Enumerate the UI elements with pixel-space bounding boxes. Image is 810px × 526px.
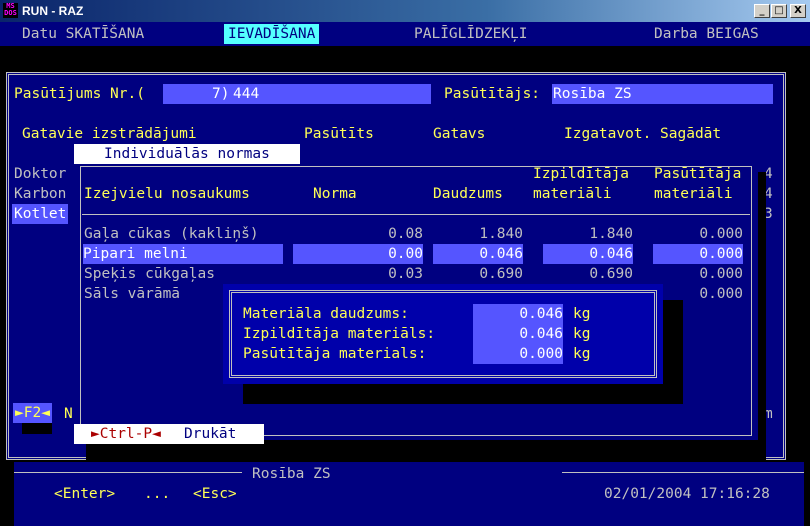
norms-header-divider: [82, 214, 750, 215]
f2-key[interactable]: ►F2◄: [13, 403, 52, 423]
norms-col-norm: Norma: [313, 186, 357, 202]
popup-value-executor[interactable]: 0.046: [473, 324, 563, 344]
dos-window: MS DOS RUN - RAZ _ □ X Datu SKATĪŠANA IEV…: [0, 0, 810, 526]
norms-row-norm: 0.08: [388, 226, 423, 242]
footer-customer: Rosība ZS: [252, 466, 331, 482]
norms-row-name-selected[interactable]: Pipari melni: [83, 244, 283, 264]
norms-window-title: Individuālās normas: [74, 144, 300, 164]
maximize-button[interactable]: □: [771, 4, 787, 18]
norms-row-norm-selected[interactable]: 0.00: [293, 244, 423, 264]
norms-row-norm: 0.03: [388, 266, 423, 282]
footer-left-gap: [0, 462, 14, 526]
footer-dots: ...: [144, 486, 171, 502]
popup-unit: kg: [573, 346, 591, 362]
norms-row-name[interactable]: Gaļa cūkas (kakliņš): [84, 224, 259, 244]
products-col-ordered: Pasūtīts: [304, 126, 374, 142]
norms-col-quantity: Daudzums: [433, 186, 503, 202]
minimize-button[interactable]: _: [754, 4, 770, 18]
norms-row-exec: 0.690: [589, 266, 633, 282]
norms-row-cust-selected[interactable]: 0.000: [653, 244, 743, 264]
footer-datetime: 02/01/2004 17:16:28: [604, 486, 770, 502]
products-col-produce: Izgatavot. Sagādāt: [564, 126, 722, 142]
order-number-value: 444: [233, 86, 260, 102]
norms-row-cust: 0.000: [699, 226, 743, 242]
f2-label: N: [64, 406, 73, 422]
customer-value: Rosība ZS: [553, 86, 632, 102]
footer-line-right: [562, 472, 804, 473]
order-number-prefix: 7): [212, 86, 230, 102]
norms-row-exec-selected[interactable]: 0.046: [543, 244, 633, 264]
window-title: RUN - RAZ: [22, 4, 84, 18]
norms-col-customer-2: materiāli: [654, 186, 733, 202]
norms-row-name[interactable]: Sāls vārāmā: [84, 284, 180, 304]
norms-row-qty: 0.690: [479, 266, 523, 282]
msdos-icon: MS DOS: [3, 2, 18, 18]
title-bar[interactable]: MS DOS RUN - RAZ _ □ X: [0, 0, 810, 22]
product-row[interactable]: Doktor: [14, 164, 66, 184]
norms-col-executor-2: materiāli: [533, 186, 612, 202]
popup-label-executor: Izpildītāja materiāls:: [243, 326, 436, 342]
product-row[interactable]: Karbon: [14, 184, 66, 204]
footer-line-left: [6, 472, 242, 473]
order-number-label: Pasūtījums Nr.(: [14, 86, 145, 102]
menu-item-view[interactable]: Datu SKATĪŠANA: [22, 24, 144, 44]
footer-enter-key[interactable]: <Enter>: [54, 484, 115, 504]
popup-label-material: Materiāla daudzums:: [243, 306, 409, 322]
products-col-ready: Gatavs: [433, 126, 486, 142]
norms-col-executor-1: Izpildītāja: [533, 166, 630, 182]
menu-item-exit[interactable]: Darba BEIGAS: [654, 24, 759, 44]
order-number-field[interactable]: [163, 84, 431, 104]
popup-unit: kg: [573, 326, 591, 342]
popup-value-customer[interactable]: 0.000: [473, 344, 563, 364]
norms-row-name[interactable]: Speķis cūkgaļas: [84, 264, 215, 284]
norms-row-exec: 1.840: [589, 226, 633, 242]
popup-value-material[interactable]: 0.046: [473, 304, 563, 324]
popup-label-customer: Pasūtītāja materials:: [243, 346, 427, 362]
norms-row-cust: 0.000: [699, 266, 743, 282]
customer-label: Pasūtītājs:: [444, 86, 541, 102]
products-col-name: Gatavie izstrādājumi: [22, 126, 197, 142]
footer-esc-key[interactable]: <Esc>: [193, 484, 237, 504]
norms-col-name: Izejvielu nosaukums: [84, 186, 250, 202]
print-hint-key[interactable]: ►Ctrl-P◄: [91, 424, 161, 444]
product-row-selected[interactable]: Kotlet: [12, 204, 69, 224]
norms-row-qty: 1.840: [479, 226, 523, 242]
menu-item-input[interactable]: IEVADĪŠANA: [224, 24, 320, 44]
print-hint-label: Drukāt: [184, 426, 237, 442]
console-area: Datu SKATĪŠANA IEVADĪŠANA PALĪGLĪDZEKĻI …: [0, 22, 810, 526]
close-button[interactable]: X: [790, 4, 806, 18]
popup-unit: kg: [573, 306, 591, 322]
norms-col-customer-1: Pasūtītāja: [654, 166, 742, 182]
norms-row-qty-selected[interactable]: 0.046: [433, 244, 523, 264]
menu-item-tools[interactable]: PALĪGLĪDZEKĻI: [414, 24, 528, 44]
